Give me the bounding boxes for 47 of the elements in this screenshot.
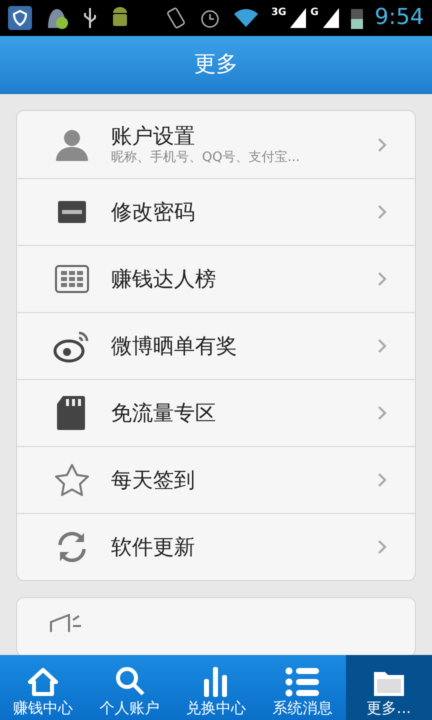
battery-icon	[350, 7, 363, 29]
menu-label: 修改密码	[111, 198, 196, 226]
sd-card-icon	[57, 396, 87, 430]
chevron-icon	[377, 405, 387, 421]
menu-label: 账户设置	[111, 123, 196, 150]
network-label: 3G	[271, 8, 286, 18]
menu-item[interactable]: 每天签到	[17, 446, 415, 513]
grid-icon	[55, 265, 89, 293]
menu-subtitle: 昵称、手机号、QQ号、支付宝...	[111, 150, 301, 166]
shield-icon	[8, 6, 32, 30]
tab[interactable]: 系统消息	[259, 655, 346, 720]
chevron-icon	[377, 204, 387, 220]
keypad-icon	[58, 201, 86, 223]
menu-label: 免流量专区	[111, 400, 217, 426]
usb-icon	[82, 6, 98, 30]
vibrate-icon	[165, 6, 188, 30]
menu-item[interactable]: 赚钱达人榜	[17, 245, 415, 312]
clock: 9:54	[374, 7, 424, 29]
tab[interactable]: 个人账户	[86, 655, 173, 720]
tab[interactable]: 赚钱中心	[0, 655, 86, 720]
header-title: 更多	[194, 51, 238, 79]
menu-item[interactable]: 免流量专区	[17, 379, 415, 446]
menu-item[interactable]: 修改密码	[17, 178, 415, 245]
chevron-icon	[377, 271, 387, 287]
chevron-icon	[377, 539, 387, 555]
weibo-icon	[53, 329, 91, 363]
chevron-icon	[377, 136, 387, 152]
chevron-icon	[377, 338, 387, 354]
search-icon	[114, 665, 146, 697]
home-icon	[27, 667, 60, 697]
signal-icon	[322, 8, 339, 28]
list-icon	[285, 667, 320, 697]
menu-label: 软件更新	[111, 534, 196, 560]
star-icon	[54, 463, 90, 497]
folder-icon	[372, 669, 405, 697]
signal-icon	[290, 8, 306, 28]
tab[interactable]: 兑换中心	[172, 655, 260, 720]
menu-item[interactable]: 微博晒单有奖	[17, 312, 415, 379]
tab[interactable]: 更多...	[346, 655, 432, 720]
menu-label: 微博晒单有奖	[111, 332, 238, 360]
menu-label: 每天签到	[111, 466, 196, 494]
menu-item[interactable]: 软件更新	[17, 513, 415, 580]
chevron-icon	[377, 472, 387, 488]
network-label: G	[310, 8, 319, 18]
menu-label: 赚钱达人榜	[111, 266, 217, 292]
menu-item[interactable]: 账户设置 昵称、手机号、QQ号、支付宝...	[17, 111, 415, 178]
wifi-icon	[233, 8, 260, 28]
